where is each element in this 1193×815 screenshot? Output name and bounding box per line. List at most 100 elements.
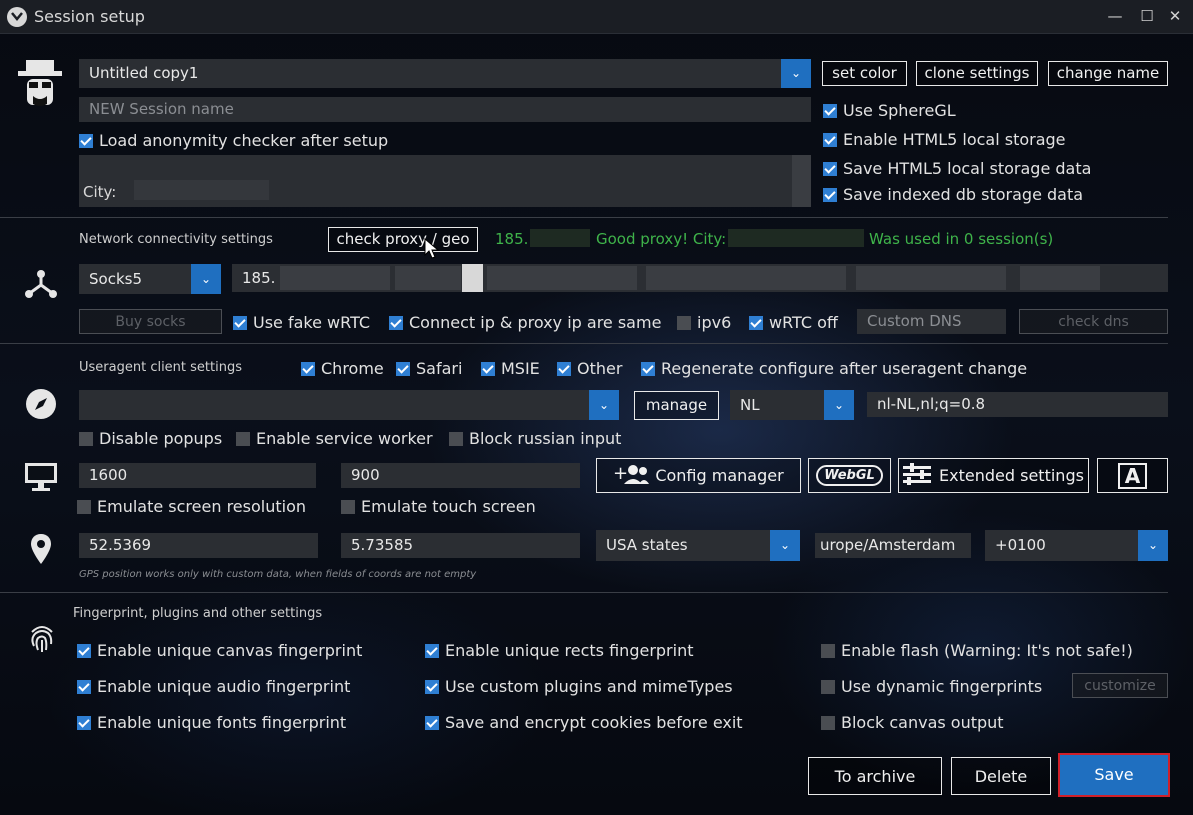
regenerate-config-checkbox[interactable]: Regenerate configure after useragent cha… xyxy=(641,359,1027,378)
use-spheregl-checkbox[interactable]: Use SphereGL xyxy=(823,101,956,120)
webgl-logo-icon: WebGL xyxy=(816,465,883,486)
custom-plugins-checkbox[interactable]: Use custom plugins and mimeTypes xyxy=(425,677,733,696)
proxy-type-select[interactable]: Socks5 xyxy=(79,264,193,294)
ipv6-checkbox[interactable]: ipv6 xyxy=(677,313,731,332)
checkbox-checked-icon xyxy=(749,315,763,330)
save-button[interactable]: Save xyxy=(1058,753,1170,797)
extended-settings-button[interactable]: Extended settings xyxy=(898,458,1089,493)
checkbox-checked-icon xyxy=(425,679,439,694)
window-title: Session setup xyxy=(34,7,145,26)
proxy-type-dropdown[interactable]: ⌄ xyxy=(191,264,221,294)
wrtc-off-checkbox[interactable]: wRTC off xyxy=(749,313,838,332)
emulate-resolution-checkbox[interactable]: Emulate screen resolution xyxy=(77,497,306,516)
minimize-button[interactable]: — xyxy=(1103,5,1127,27)
chrome-checkbox[interactable]: Chrome xyxy=(301,359,384,378)
checkbox-checked-icon xyxy=(77,679,91,694)
checkbox-unchecked-icon xyxy=(449,431,463,446)
safari-checkbox[interactable]: Safari xyxy=(396,359,462,378)
connect-same-ip-checkbox[interactable]: Connect ip & proxy ip are same xyxy=(389,313,661,332)
useragent-dropdown[interactable]: ⌄ xyxy=(589,390,619,420)
buy-socks-button[interactable]: Buy socks xyxy=(79,309,222,334)
dynamic-fingerprints-checkbox[interactable]: Use dynamic fingerprints xyxy=(821,677,1042,696)
unique-fonts-checkbox[interactable]: Enable unique fonts fingerprint xyxy=(77,713,346,732)
custom-dns-input[interactable]: Custom DNS xyxy=(857,309,1006,334)
proxy-status-good: Good proxy! City: xyxy=(596,230,727,248)
fingerprint-section-label: Fingerprint, plugins and other settings xyxy=(73,606,323,621)
longitude-input[interactable]: 5.73585 xyxy=(341,533,580,558)
checkbox-checked-icon xyxy=(557,361,571,376)
block-canvas-checkbox[interactable]: Block canvas output xyxy=(821,713,1004,732)
unique-canvas-checkbox[interactable]: Enable unique canvas fingerprint xyxy=(77,641,362,660)
language-dropdown[interactable]: ⌄ xyxy=(824,390,854,420)
disable-popups-checkbox[interactable]: Disable popups xyxy=(79,429,222,448)
proxy-info-textarea[interactable]: City: xyxy=(79,155,811,207)
timezone-offset-select[interactable]: +0100 xyxy=(985,530,1140,561)
latitude-input[interactable]: 52.5369 xyxy=(79,533,318,558)
maximize-button[interactable]: ☐ xyxy=(1135,5,1159,27)
chevron-down-icon: ⌄ xyxy=(833,398,845,412)
set-color-button[interactable]: set color xyxy=(822,61,907,86)
timezone-input[interactable]: urope/Amsterdam xyxy=(815,533,971,558)
config-manager-button[interactable]: + Config manager xyxy=(596,458,801,493)
encrypt-cookies-checkbox[interactable]: Save and encrypt cookies before exit xyxy=(425,713,743,732)
unique-rects-checkbox[interactable]: Enable unique rects fingerprint xyxy=(425,641,694,660)
fonts-settings-button[interactable]: A xyxy=(1097,458,1168,493)
check-proxy-geo-button[interactable]: check proxy / geo xyxy=(328,227,478,252)
checkbox-unchecked-icon xyxy=(821,679,835,694)
msie-checkbox[interactable]: MSIE xyxy=(481,359,540,378)
manage-useragent-button[interactable]: manage xyxy=(634,391,719,420)
region-select[interactable]: USA states xyxy=(596,530,772,561)
delete-button[interactable]: Delete xyxy=(951,757,1051,795)
session-name-field[interactable]: Untitled copy1 xyxy=(79,59,781,88)
region-dropdown[interactable]: ⌄ xyxy=(770,530,800,561)
new-session-name-input[interactable]: NEW Session name xyxy=(79,97,811,122)
redacted-city xyxy=(728,229,864,247)
session-dropdown-button[interactable]: ⌄ xyxy=(781,59,811,88)
checkbox-checked-icon xyxy=(641,361,655,376)
save-html5-storage-checkbox[interactable]: Save HTML5 local storage data xyxy=(823,159,1091,178)
language-select[interactable]: NL xyxy=(730,390,826,420)
other-checkbox[interactable]: Other xyxy=(557,359,622,378)
textarea-scrollbar[interactable] xyxy=(792,155,811,207)
network-icon xyxy=(24,268,58,300)
redacted-proxy xyxy=(856,266,1006,290)
emulate-touch-checkbox[interactable]: Emulate touch screen xyxy=(341,497,536,516)
redacted-proxy xyxy=(395,266,461,290)
redacted-proxy xyxy=(646,266,846,290)
text-cursor-highlight xyxy=(462,264,483,292)
check-dns-button[interactable]: check dns xyxy=(1019,309,1168,334)
load-anonymity-checker-checkbox[interactable]: Load anonymity checker after setup xyxy=(79,131,388,150)
enable-flash-checkbox[interactable]: Enable flash (Warning: It's not safe!) xyxy=(821,641,1133,660)
useragent-select[interactable] xyxy=(79,390,591,420)
customize-button[interactable]: customize xyxy=(1072,673,1168,698)
enable-service-worker-checkbox[interactable]: Enable service worker xyxy=(236,429,433,448)
to-archive-button[interactable]: To archive xyxy=(808,757,942,795)
webgl-button[interactable]: WebGL xyxy=(808,458,891,493)
city-label: City: xyxy=(83,183,117,201)
unique-audio-checkbox[interactable]: Enable unique audio fingerprint xyxy=(77,677,350,696)
enable-html5-storage-checkbox[interactable]: Enable HTML5 local storage xyxy=(823,130,1066,149)
redacted-ip xyxy=(530,229,590,247)
compass-icon xyxy=(25,388,57,420)
screen-width-input[interactable]: 1600 xyxy=(79,463,316,488)
checkbox-checked-icon xyxy=(77,715,91,730)
close-button[interactable]: ✕ xyxy=(1163,5,1187,27)
checkbox-checked-icon xyxy=(425,715,439,730)
section-divider xyxy=(0,217,1168,218)
block-russian-input-checkbox[interactable]: Block russian input xyxy=(449,429,621,448)
network-section-label: Network connectivity settings xyxy=(79,232,273,247)
change-name-button[interactable]: change name xyxy=(1048,61,1168,86)
accept-language-input[interactable]: nl-NL,nl;q=0.8 xyxy=(867,392,1168,417)
checkbox-unchecked-icon xyxy=(821,643,835,658)
clone-settings-button[interactable]: clone settings xyxy=(916,61,1038,86)
redacted-city xyxy=(134,180,269,200)
redacted-proxy xyxy=(280,266,390,290)
chevron-down-icon: ⌄ xyxy=(598,398,610,412)
offset-dropdown[interactable]: ⌄ xyxy=(1138,530,1168,561)
checkbox-checked-icon xyxy=(233,315,247,330)
save-indexeddb-checkbox[interactable]: Save indexed db storage data xyxy=(823,185,1083,204)
checkbox-checked-icon xyxy=(396,361,410,376)
sliders-icon xyxy=(903,462,932,489)
screen-height-input[interactable]: 900 xyxy=(341,463,580,488)
fake-wrtc-checkbox[interactable]: Use fake wRTC xyxy=(233,313,370,332)
